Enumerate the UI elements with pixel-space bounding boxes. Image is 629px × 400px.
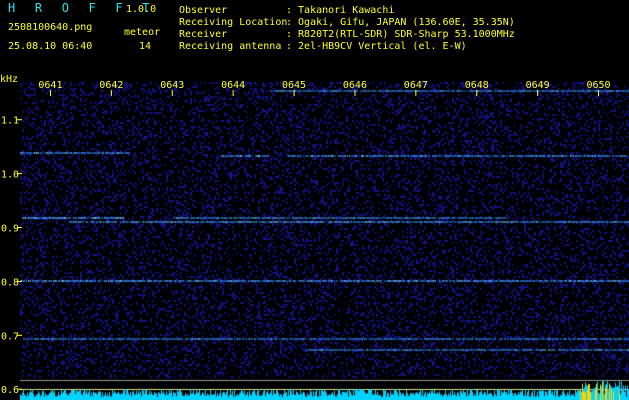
time-tick-label: 0644 bbox=[221, 80, 245, 91]
info-value-antenna: : 2el-HB9CV Vertical (el. E-W) bbox=[286, 41, 467, 52]
frequency-tick-label: 0.6 bbox=[1, 385, 19, 396]
info-key-receiver: Receiver bbox=[179, 29, 228, 40]
time-tick-label: 0650 bbox=[587, 80, 611, 91]
frequency-axis: 1.1 1.0 0.9 0.8 0.7 0.6 bbox=[1, 116, 22, 396]
frequency-tick-label: 0.8 bbox=[1, 277, 19, 288]
frequency-tick-label: 1.1 bbox=[1, 116, 19, 127]
time-tick-label: 0645 bbox=[282, 80, 306, 91]
info-key-antenna: Receiving antenna bbox=[179, 41, 282, 52]
meteor-label: meteor bbox=[124, 27, 161, 38]
time-tick-label: 0641 bbox=[38, 80, 62, 91]
time-tick-label: 0646 bbox=[343, 80, 367, 91]
app-version: 1.0.0 bbox=[126, 4, 157, 15]
time-tick-label: 0643 bbox=[160, 80, 184, 91]
frequency-tick-label: 0.7 bbox=[1, 331, 19, 342]
spectrogram-canvas bbox=[20, 82, 629, 400]
time-axis: 0641 0642 0643 0644 0645 0646 0647 0648 0649 0650 bbox=[38, 80, 611, 96]
info-value-observer: : Takanori Kawachi bbox=[286, 5, 395, 16]
frequency-tick-label: 0.9 bbox=[1, 224, 19, 235]
hrofft-window: H R O F F T 1.0.0 2508100640.png meteor … bbox=[0, 0, 629, 400]
time-tick-label: 0649 bbox=[526, 80, 550, 91]
info-value-receiver: : R820T2(RTL-SDR) SDR-Sharp 53.1000MHz bbox=[286, 29, 515, 40]
time-tick-label: 0642 bbox=[99, 80, 123, 91]
frequency-tick-label: 1.0 bbox=[1, 170, 19, 181]
file-name: 2508100640.png bbox=[8, 22, 93, 33]
date-time: 25.08.10 06:40 bbox=[8, 41, 93, 52]
meteor-count: 14 bbox=[139, 41, 152, 52]
info-key-location: Receiving Location bbox=[179, 17, 288, 28]
time-tick-label: 0647 bbox=[404, 80, 428, 91]
time-tick-label: 0648 bbox=[465, 80, 489, 91]
info-key-observer: Observer bbox=[179, 5, 228, 16]
info-value-location: : Ogaki, Gifu, JAPAN (136.60E, 35.35N) bbox=[286, 17, 515, 28]
